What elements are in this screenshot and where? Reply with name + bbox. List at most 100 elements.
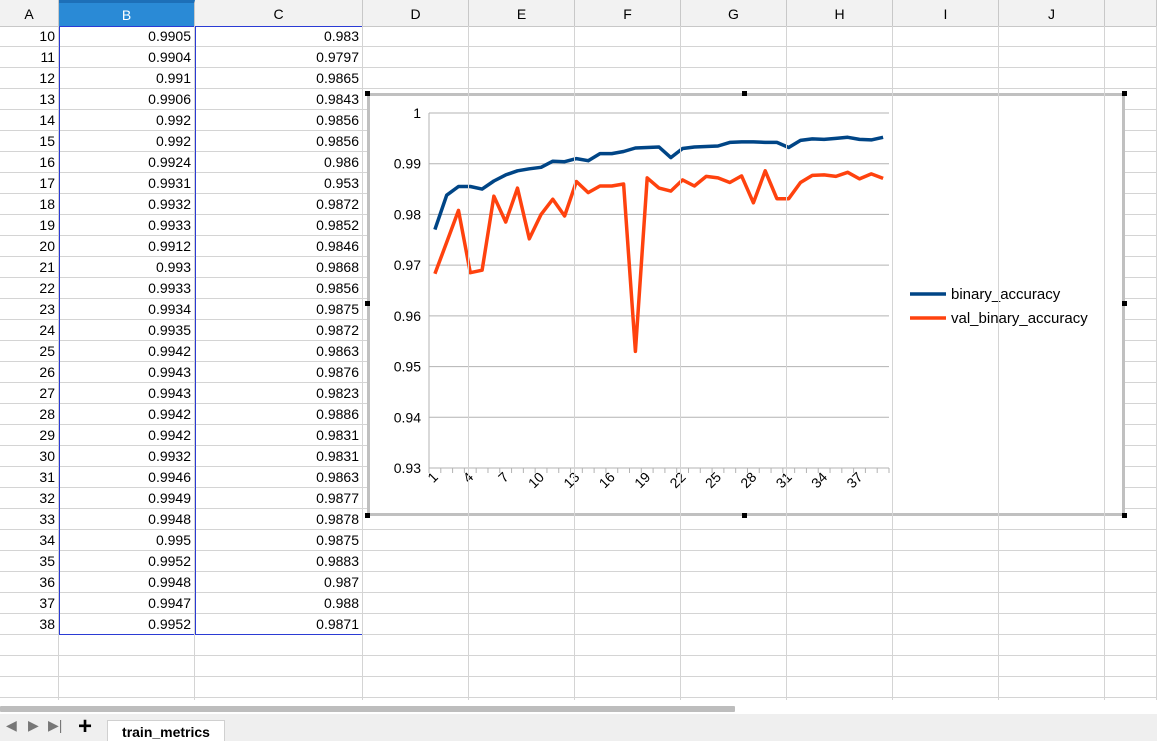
- row-number[interactable]: 20: [0, 236, 59, 256]
- cell-c[interactable]: 0.9843: [195, 89, 363, 109]
- cell-c[interactable]: 0.9875: [195, 530, 363, 550]
- column-header-d[interactable]: D: [363, 0, 469, 26]
- cell-b[interactable]: 0.9948: [59, 509, 195, 529]
- last-sheet-icon[interactable]: ▶|: [48, 717, 62, 734]
- line-chart[interactable]: 0.93 0.94 0.95 0.96 0.97 0.98 0.99 1 1 4 7 10 13 16 19…: [367, 93, 1125, 516]
- cell-b[interactable]: 0.9904: [59, 47, 195, 67]
- cell-c[interactable]: 0.9856: [195, 131, 363, 151]
- cell-b[interactable]: 0.9943: [59, 362, 195, 382]
- row-number[interactable]: 23: [0, 299, 59, 319]
- cell-c[interactable]: 0.983: [195, 26, 363, 46]
- cell-c[interactable]: 0.9872: [195, 320, 363, 340]
- cell-b[interactable]: 0.9932: [59, 194, 195, 214]
- cell-c[interactable]: 0.953: [195, 173, 363, 193]
- cell-c[interactable]: 0.988: [195, 593, 363, 613]
- column-header-h[interactable]: H: [787, 0, 893, 26]
- cell-c[interactable]: 0.9877: [195, 488, 363, 508]
- row-number[interactable]: 35: [0, 551, 59, 571]
- cell-b[interactable]: 0.9942: [59, 425, 195, 445]
- cell-c[interactable]: 0.9871: [195, 614, 363, 634]
- row-number[interactable]: 14: [0, 110, 59, 130]
- column-header-b[interactable]: B: [59, 0, 195, 26]
- column-header-i[interactable]: I: [893, 0, 999, 26]
- chart-handle[interactable]: [365, 91, 370, 96]
- row-number[interactable]: 25: [0, 341, 59, 361]
- cell-c[interactable]: 0.9831: [195, 425, 363, 445]
- cell-c[interactable]: 0.9846: [195, 236, 363, 256]
- row-number[interactable]: 37: [0, 593, 59, 613]
- cell-c[interactable]: 0.9863: [195, 467, 363, 487]
- column-header-g[interactable]: G: [681, 0, 787, 26]
- add-sheet-button[interactable]: +: [78, 715, 92, 739]
- cell-c[interactable]: 0.987: [195, 572, 363, 592]
- cell-b[interactable]: 0.9934: [59, 299, 195, 319]
- row-number[interactable]: 17: [0, 173, 59, 193]
- cell-c[interactable]: 0.9878: [195, 509, 363, 529]
- cell-c[interactable]: 0.9852: [195, 215, 363, 235]
- horizontal-scrollbar[interactable]: [0, 706, 735, 712]
- row-number[interactable]: 33: [0, 509, 59, 529]
- cell-b[interactable]: 0.9924: [59, 152, 195, 172]
- row-number[interactable]: 30: [0, 446, 59, 466]
- row-number[interactable]: 36: [0, 572, 59, 592]
- row-number[interactable]: 34: [0, 530, 59, 550]
- chart-handle[interactable]: [1122, 301, 1127, 306]
- cell-c[interactable]: 0.9883: [195, 551, 363, 571]
- row-number[interactable]: 16: [0, 152, 59, 172]
- column-header-e[interactable]: E: [469, 0, 575, 26]
- cell-b[interactable]: 0.9948: [59, 572, 195, 592]
- cell-c[interactable]: 0.9823: [195, 383, 363, 403]
- cell-c[interactable]: 0.9876: [195, 362, 363, 382]
- chart-handle[interactable]: [365, 301, 370, 306]
- cell-b[interactable]: 0.9942: [59, 404, 195, 424]
- row-number[interactable]: 26: [0, 362, 59, 382]
- cell-b[interactable]: 0.9933: [59, 278, 195, 298]
- cell-b[interactable]: 0.9935: [59, 320, 195, 340]
- row-number[interactable]: 15: [0, 131, 59, 151]
- cell-b[interactable]: 0.9905: [59, 26, 195, 46]
- cell-b[interactable]: 0.9933: [59, 215, 195, 235]
- cell-b[interactable]: 0.9943: [59, 383, 195, 403]
- chart-handle[interactable]: [1122, 513, 1127, 518]
- cell-c[interactable]: 0.9875: [195, 299, 363, 319]
- column-header-a[interactable]: A: [0, 0, 59, 26]
- row-number[interactable]: 27: [0, 383, 59, 403]
- cell-c[interactable]: 0.9872: [195, 194, 363, 214]
- cell-b[interactable]: 0.992: [59, 131, 195, 151]
- cell-c[interactable]: 0.9886: [195, 404, 363, 424]
- row-number[interactable]: 11: [0, 47, 59, 67]
- row-number[interactable]: 18: [0, 194, 59, 214]
- cell-c[interactable]: 0.9856: [195, 278, 363, 298]
- cell-b[interactable]: 0.9946: [59, 467, 195, 487]
- cell-b[interactable]: 0.995: [59, 530, 195, 550]
- cell-c[interactable]: 0.9863: [195, 341, 363, 361]
- cell-b[interactable]: 0.9952: [59, 614, 195, 634]
- chart-handle[interactable]: [742, 513, 747, 518]
- row-number[interactable]: 32: [0, 488, 59, 508]
- row-number[interactable]: 22: [0, 278, 59, 298]
- cell-b[interactable]: 0.993: [59, 257, 195, 277]
- spreadsheet-grid[interactable]: ABCDEFGHIJ 10 0.9905 0.983 11 0.9904 0.9797 12…: [0, 0, 1157, 700]
- cell-b[interactable]: 0.9947: [59, 593, 195, 613]
- column-header-j[interactable]: J: [999, 0, 1105, 26]
- next-sheet-icon[interactable]: ▶: [28, 717, 39, 734]
- cell-c[interactable]: 0.9865: [195, 68, 363, 88]
- chart-handle[interactable]: [742, 91, 747, 96]
- cell-c[interactable]: 0.986: [195, 152, 363, 172]
- column-header-c[interactable]: C: [195, 0, 363, 26]
- cell-b[interactable]: 0.9906: [59, 89, 195, 109]
- cell-c[interactable]: 0.9856: [195, 110, 363, 130]
- cell-c[interactable]: 0.9868: [195, 257, 363, 277]
- row-number[interactable]: 29: [0, 425, 59, 445]
- cell-b[interactable]: 0.991: [59, 68, 195, 88]
- chart-handle[interactable]: [1122, 91, 1127, 96]
- cell-c[interactable]: 0.9831: [195, 446, 363, 466]
- cell-b[interactable]: 0.9942: [59, 341, 195, 361]
- cell-b[interactable]: 0.9912: [59, 236, 195, 256]
- column-header-k[interactable]: [1105, 0, 1157, 26]
- row-number[interactable]: 10: [0, 26, 59, 46]
- cell-b[interactable]: 0.9932: [59, 446, 195, 466]
- sheet-tab-train-metrics[interactable]: train_metrics: [107, 720, 225, 741]
- row-number[interactable]: 21: [0, 257, 59, 277]
- cell-b[interactable]: 0.992: [59, 110, 195, 130]
